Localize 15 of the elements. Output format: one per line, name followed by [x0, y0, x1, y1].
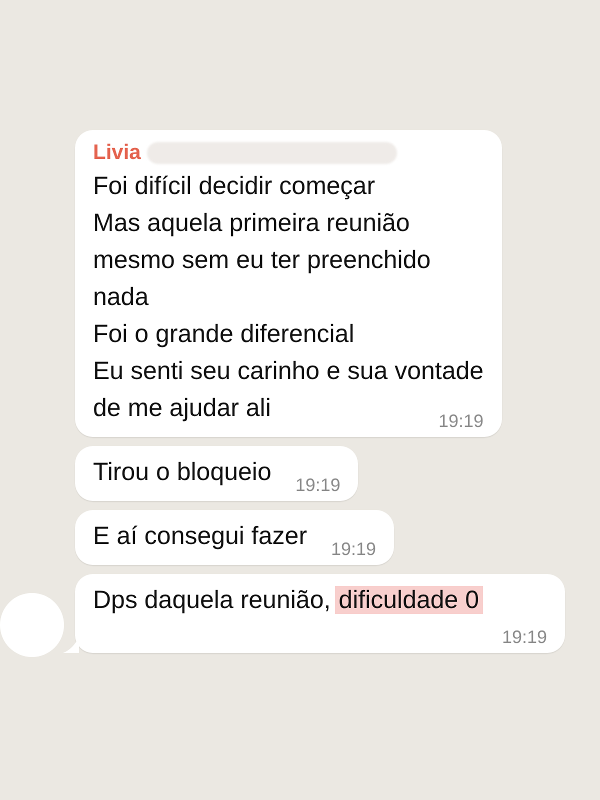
message-line: E aí consegui fazer: [93, 521, 308, 552]
sender-name: Livia: [93, 140, 141, 166]
message-time: 19:19: [295, 474, 340, 497]
message-line: Foi difícil decidir começar: [93, 171, 376, 202]
message-line: de me ajudar ali: [93, 393, 271, 424]
message-line: Foi o grande diferencial: [93, 319, 356, 350]
message-line: Tirou o bloqueio: [93, 457, 272, 488]
message-time: 19:19: [438, 410, 484, 433]
message-line: Eu senti seu carinho e sua vontade: [93, 356, 484, 387]
message-line: Dps daquela reunião, dificuldade 0: [93, 582, 484, 619]
message-line: mesmo sem eu ter preenchido: [93, 245, 432, 276]
message-line: nada: [93, 282, 150, 313]
message-time: 19:19: [331, 538, 376, 561]
message-time: 19:19: [502, 626, 547, 649]
message-line: Mas aquela primeira reunião: [93, 208, 411, 239]
